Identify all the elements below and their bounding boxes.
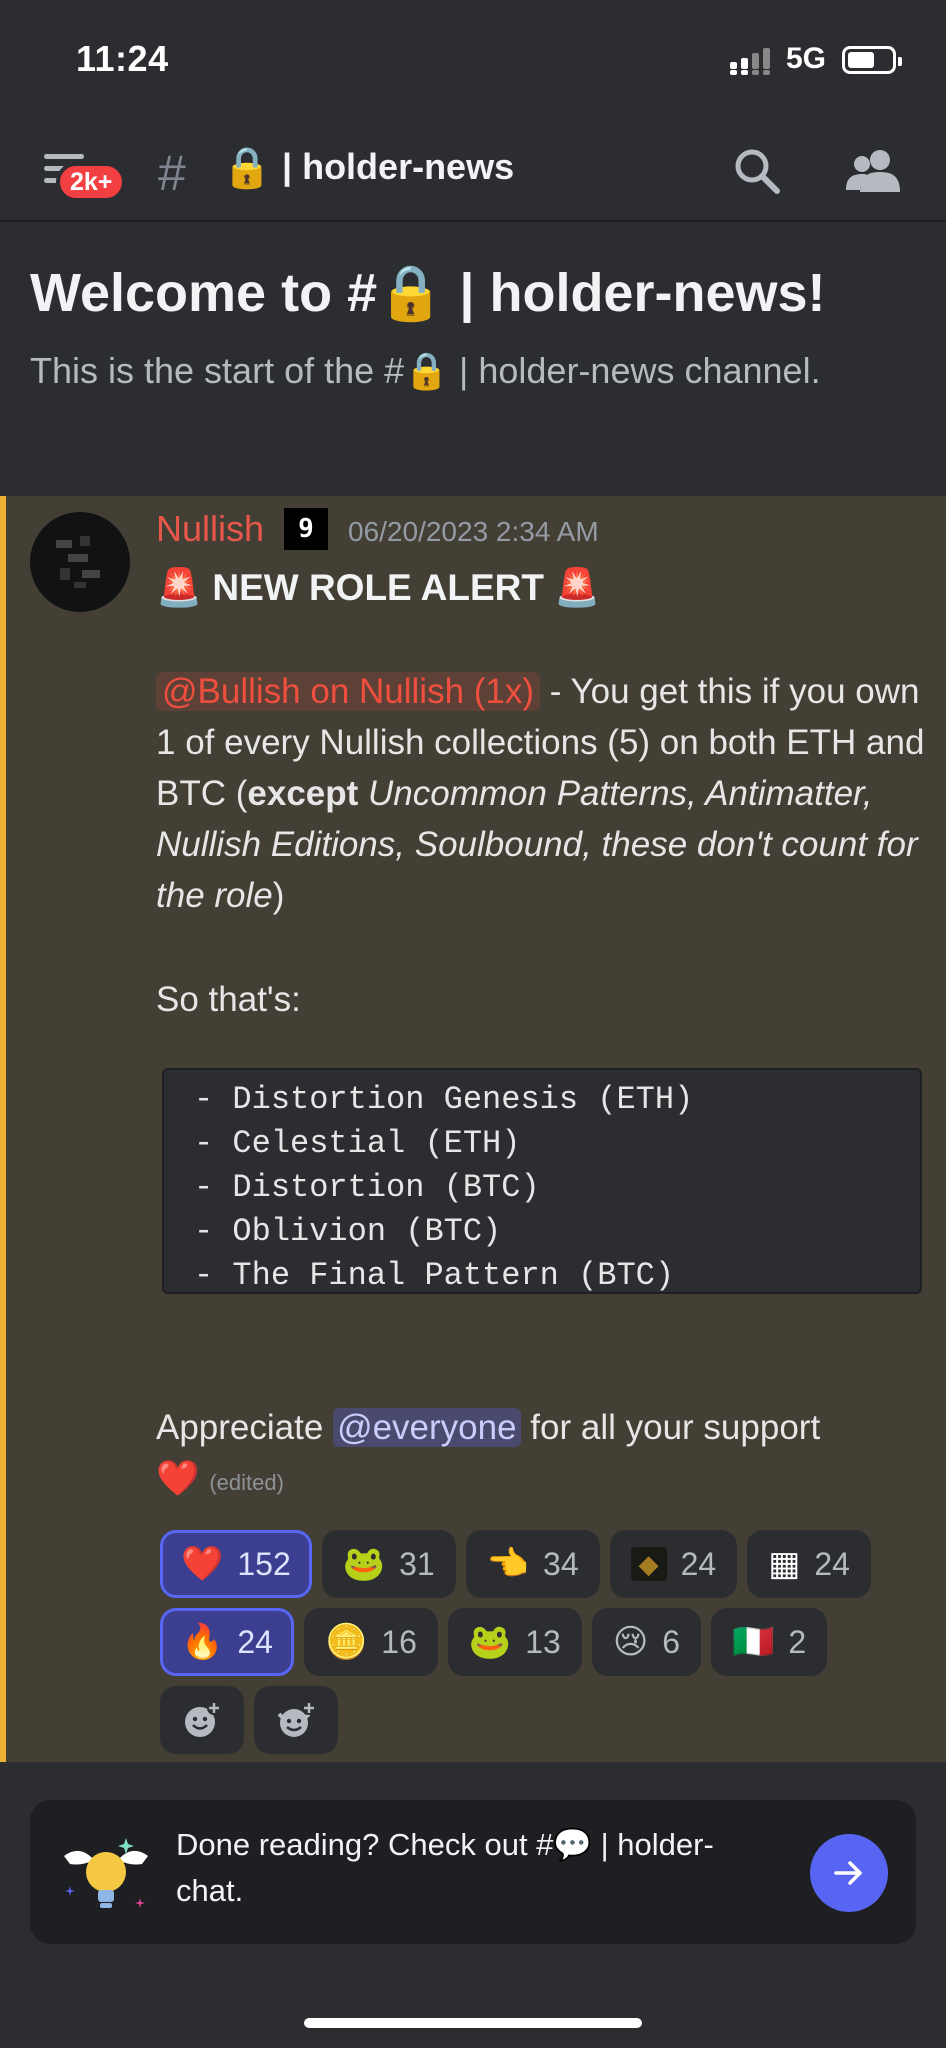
role-mention[interactable]: @Bullish on Nullish (1x)	[156, 672, 541, 711]
network-type: 5G	[786, 42, 827, 75]
speech-bubble-icon: 💬	[553, 1827, 593, 1862]
reaction-coin[interactable]: 🪙 16	[303, 1608, 438, 1676]
next-channel-prompt[interactable]: Done reading? Check out #💬 | holder-chat…	[30, 1800, 916, 1944]
code-line: - Distortion (BTC)	[194, 1169, 540, 1206]
reaction-count: 2	[788, 1623, 807, 1660]
code-line: - Distortion Genesis (ETH)	[194, 1081, 694, 1118]
author-tag: 9	[284, 508, 328, 550]
message-paragraph: @Bullish on Nullish (1x) - You get this …	[156, 672, 925, 915]
reaction-pepe-heart[interactable]: 🐸 31	[321, 1530, 456, 1598]
add-super-reaction-icon	[277, 1701, 316, 1737]
edited-label: (edited)	[209, 1470, 284, 1495]
pepe-sunglasses-icon: 🐸	[468, 1623, 512, 1661]
reaction-count: 152	[237, 1545, 291, 1582]
welcome-subtitle: This is the start of the #🔒 | holder-new…	[30, 350, 821, 391]
hash-icon: #	[158, 145, 186, 201]
battery-icon	[842, 46, 902, 74]
reaction-point-left[interactable]: 👈 34	[465, 1530, 600, 1598]
avatar[interactable]	[30, 512, 130, 612]
reaction-row	[160, 1686, 940, 1754]
reaction-cry[interactable]: 😢 6	[591, 1608, 702, 1676]
reaction-count: 24	[814, 1545, 850, 1582]
code-line: - Oblivion (BTC)	[194, 1213, 502, 1250]
fire-icon: 🔥	[181, 1623, 224, 1661]
role-alert-heading: 🚨 NEW ROLE ALERT 🚨	[156, 567, 601, 608]
clock: 11:24	[76, 38, 169, 79]
signal-icon	[730, 48, 770, 75]
lightbulb-wings-icon	[64, 1838, 148, 1908]
notification-badge: 2k+	[56, 162, 127, 202]
reaction-heart[interactable]: ❤️ 152	[160, 1530, 312, 1598]
siren-icon: 🚨	[554, 567, 601, 608]
reaction-row: ❤️ 152 🐸 31 👈 34 ◆ 24 ▦ 24	[160, 1530, 940, 1598]
reaction-count: 16	[381, 1623, 417, 1660]
lock-icon: 🔒	[404, 350, 449, 391]
reaction-count: 34	[543, 1545, 579, 1582]
heart-icon: ❤️	[181, 1545, 224, 1583]
siren-icon: 🚨	[156, 567, 203, 608]
reaction-eth[interactable]: ◆ 24	[609, 1530, 738, 1598]
reaction-count: 24	[237, 1623, 273, 1660]
reaction-count: 13	[525, 1623, 561, 1660]
reaction-italy-flag[interactable]: 🇮🇹 2	[711, 1608, 828, 1676]
lock-icon: 🔒	[377, 263, 445, 323]
eth-icon: ◆	[630, 1547, 667, 1581]
reaction-count: 6	[662, 1623, 681, 1660]
pepe-icon: 🐸	[342, 1545, 386, 1583]
message-paragraph: Appreciate @everyone for all your suppor…	[156, 1408, 821, 1498]
members-icon[interactable]	[846, 146, 902, 196]
home-indicator[interactable]	[304, 2018, 642, 2028]
reaction-fire[interactable]: 🔥 24	[160, 1608, 294, 1676]
status-bar: 11:24 5G	[0, 0, 946, 110]
prompt-text: Done reading? Check out #💬 | holder-chat…	[176, 1827, 714, 1908]
code-block: - Distortion Genesis (ETH) - Celestial (E…	[162, 1068, 922, 1294]
author-name[interactable]: Nullish	[156, 508, 264, 550]
coin-icon: 🪙	[324, 1623, 368, 1661]
arrow-right-icon	[834, 1861, 862, 1885]
reaction-count: 24	[680, 1545, 717, 1582]
go-to-channel-button[interactable]	[810, 1834, 888, 1912]
reaction-pepe-cool[interactable]: 🐸 13	[447, 1608, 582, 1676]
channel-name[interactable]: | holder-news	[282, 146, 514, 188]
timestamp: 06/20/2023 2:34 AM	[348, 516, 599, 547]
crying-face-icon: 😢	[612, 1623, 649, 1661]
reaction-nullish-logo[interactable]: ▦ 24	[747, 1530, 871, 1598]
nullish-logo-icon: ▦	[768, 1545, 801, 1583]
code-line: - The Final Pattern (BTC)	[194, 1257, 675, 1294]
add-super-reaction-button[interactable]	[254, 1686, 338, 1754]
message-paragraph: So that's:	[156, 980, 301, 1019]
heart-icon: ❤️	[156, 1459, 200, 1498]
search-icon[interactable]	[732, 146, 782, 196]
reaction-row: 🔥 24 🪙 16 🐸 13 😢 6 🇮🇹 2	[160, 1608, 940, 1676]
everyone-mention[interactable]: @everyone	[333, 1408, 521, 1447]
welcome-title: Welcome to #🔒 | holder-news!	[30, 263, 826, 323]
message: Nullish 9 06/20/2023 2:34 AM 🚨 NEW ROLE …	[0, 496, 946, 1762]
lock-icon: 🔒	[222, 146, 272, 190]
channel-header: 2k+ # 🔒 | holder-news	[0, 110, 946, 222]
reactions: ❤️ 152 🐸 31 👈 34 ◆ 24 ▦ 24 🔥 24 🪙 16 🐸 13 😢 6 🇮🇹 2	[160, 1530, 940, 1764]
add-emoji-icon	[185, 1701, 221, 1737]
add-reaction-button[interactable]	[160, 1686, 244, 1754]
point-left-icon: 👈	[486, 1545, 530, 1583]
italy-flag-icon: 🇮🇹	[732, 1623, 775, 1661]
code-line: - Celestial (ETH)	[194, 1125, 521, 1162]
reaction-count: 31	[399, 1545, 435, 1582]
